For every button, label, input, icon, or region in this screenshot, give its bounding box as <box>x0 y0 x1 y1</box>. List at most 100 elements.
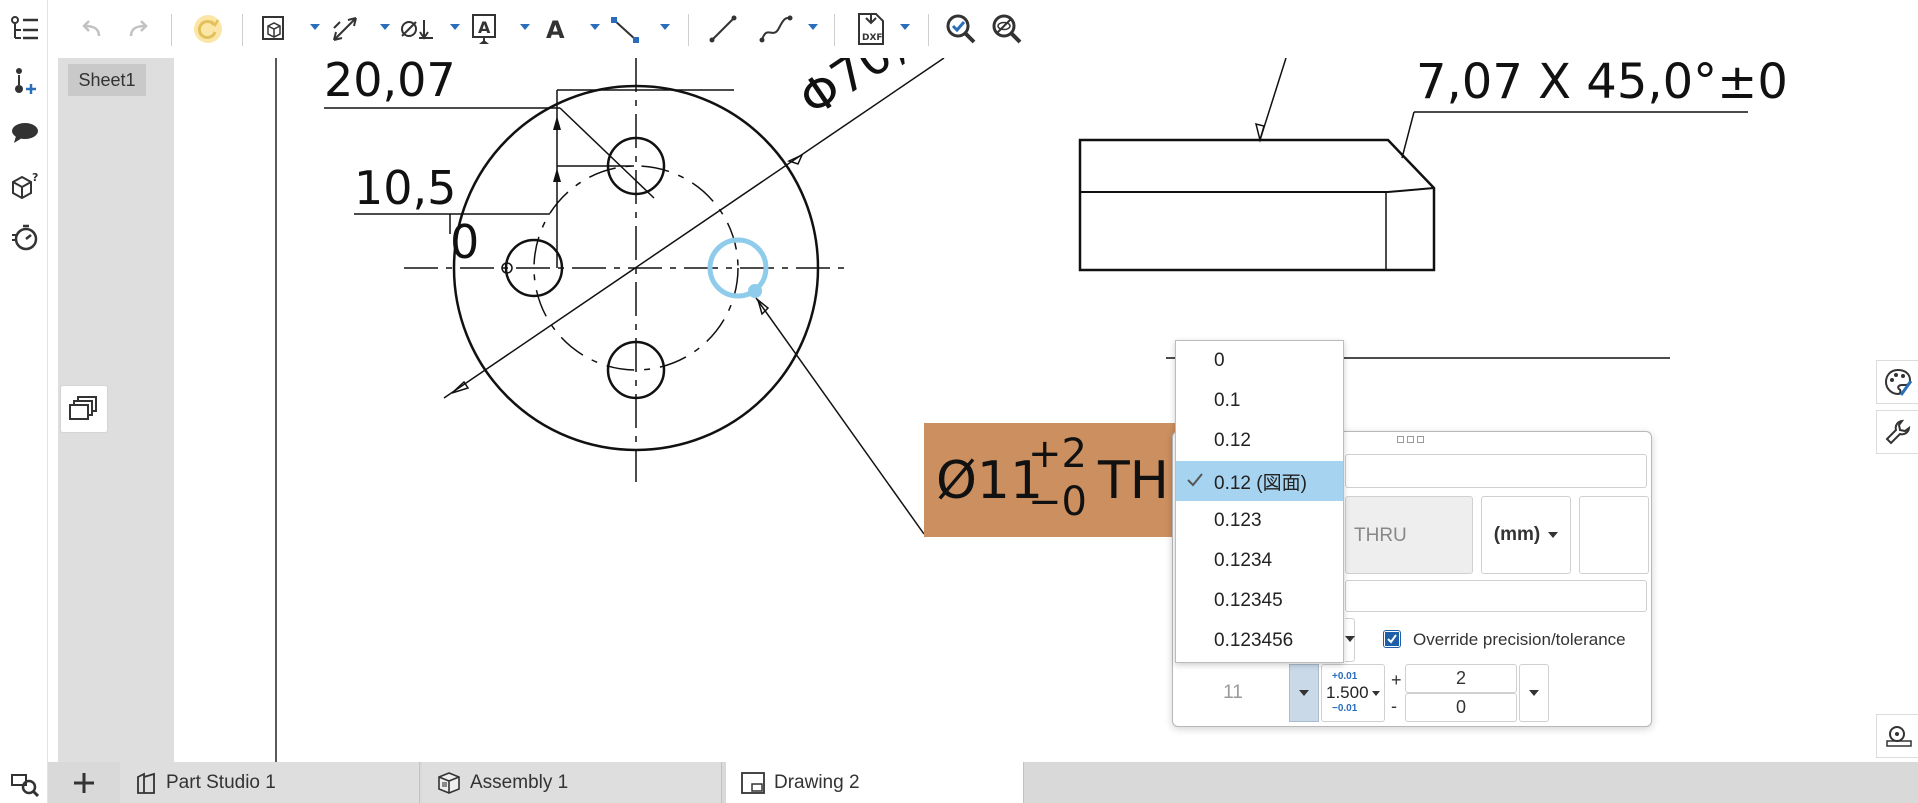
visibility-icon[interactable] <box>988 12 1026 46</box>
tab-label: Assembly 1 <box>470 771 569 793</box>
dimension-icon[interactable] <box>328 12 362 46</box>
wrench-icon[interactable] <box>1876 410 1918 454</box>
format-middle: 1.500 <box>1326 683 1369 702</box>
precision-option[interactable]: 0.12345 <box>1176 581 1343 621</box>
precision-option[interactable]: 0.12 <box>1176 421 1343 461</box>
precision-option[interactable]: 0 <box>1176 341 1343 381</box>
precision-option[interactable]: 0.123 <box>1176 501 1343 541</box>
format-bottom: −0.01 <box>1332 703 1358 714</box>
tol-minus-sign: - <box>1391 696 1397 716</box>
toolbar-separator <box>171 14 172 46</box>
tol-plus-sign: + <box>1391 670 1402 690</box>
part-studio-icon <box>134 771 158 795</box>
feature-list-icon[interactable] <box>10 14 40 44</box>
chevron-down-icon[interactable] <box>660 24 670 30</box>
sketch-line-icon[interactable] <box>706 12 740 46</box>
chevron-down-icon[interactable] <box>450 24 460 30</box>
chevron-down-icon[interactable] <box>520 24 530 30</box>
dim-text-0[interactable]: 0 <box>450 215 479 269</box>
precision-option-label: 0.12 (図面) <box>1214 472 1307 494</box>
stopwatch-icon[interactable] <box>10 222 40 252</box>
chevron-down-icon <box>1372 691 1380 696</box>
svg-text:?: ? <box>32 171 38 184</box>
svg-text:DXF: DXF <box>862 33 883 43</box>
text-icon[interactable]: A <box>538 12 572 46</box>
left-icon-rail: ? <box>0 0 48 803</box>
lower-tolerance-input[interactable]: 0 <box>1405 693 1517 722</box>
tab-label: Part Studio 1 <box>166 771 276 793</box>
callout-lower-tolerance: −0 <box>1028 479 1087 525</box>
override-checkbox[interactable] <box>1383 630 1401 648</box>
add-point-icon[interactable] <box>10 66 40 96</box>
toolbar: A A DXF <box>58 0 1038 58</box>
note-field[interactable] <box>1345 580 1647 612</box>
unit-select[interactable]: (mm) <box>1481 496 1571 574</box>
precision-option[interactable]: 0.123456 <box>1176 621 1343 661</box>
chevron-down-icon[interactable] <box>590 24 600 30</box>
comment-icon[interactable] <box>10 118 40 148</box>
svg-text:A: A <box>478 18 491 37</box>
add-tab-button[interactable] <box>60 762 108 803</box>
datum-icon[interactable] <box>398 12 438 46</box>
toolbar-separator <box>834 14 835 46</box>
note-icon[interactable]: A <box>468 12 502 46</box>
dim-text-20-07[interactable]: 20,07 <box>324 58 456 107</box>
tab-part-studio[interactable]: Part Studio 1 <box>120 762 420 803</box>
redo-icon[interactable] <box>122 12 156 46</box>
chevron-down-icon <box>1548 532 1559 538</box>
chevron-down-icon[interactable] <box>380 24 390 30</box>
precision-option[interactable]: 0.1 <box>1176 381 1343 421</box>
nominal-value-field[interactable]: 11 <box>1177 664 1289 722</box>
thru-field[interactable]: THRU <box>1345 496 1473 574</box>
dim-text-10-5[interactable]: 10,5 <box>354 161 456 215</box>
chevron-down-icon[interactable] <box>900 24 910 30</box>
undo-icon[interactable] <box>74 12 108 46</box>
drag-handle[interactable] <box>1397 436 1424 443</box>
suffix-field[interactable] <box>1579 496 1649 574</box>
tab-drawing[interactable]: Drawing 2 <box>726 762 1024 803</box>
precision-option-selected[interactable]: 0.12 (図面) <box>1176 461 1343 501</box>
unit-text: (mm) <box>1493 524 1541 545</box>
toolbar-separator <box>242 14 243 46</box>
nominal-value: 11 <box>1223 682 1243 703</box>
check-icon[interactable] <box>942 12 980 46</box>
precision-option[interactable]: 0.1234 <box>1176 541 1343 581</box>
upper-tolerance-input[interactable]: 2 <box>1405 664 1517 693</box>
tab-assembly[interactable]: Assembly 1 <box>422 762 722 803</box>
toolbar-separator <box>928 14 929 46</box>
chevron-down-icon[interactable] <box>310 24 320 30</box>
appearance-icon[interactable] <box>1876 360 1918 404</box>
sheet-tab[interactable]: Sheet1 <box>68 64 146 96</box>
chamfer-dim-text[interactable]: 7,07 X 45,0°±0 <box>1416 58 1788 110</box>
spline-icon[interactable] <box>756 12 796 46</box>
insert-view-icon[interactable] <box>258 12 292 46</box>
lower-tolerance-value: 0 <box>1455 697 1466 717</box>
chevron-down-icon <box>1345 636 1355 642</box>
search-zoom-icon[interactable] <box>10 770 40 800</box>
assembly-icon <box>436 771 462 795</box>
drawing-icon <box>740 771 766 795</box>
tolerance-dropdown-button[interactable] <box>1519 664 1549 722</box>
regenerate-icon[interactable] <box>188 12 228 46</box>
upper-tolerance-value: 2 <box>1455 668 1466 688</box>
tolerance-format-select[interactable]: +0.01 1.500 −0.01 <box>1321 664 1385 722</box>
chevron-down-icon <box>1529 690 1539 696</box>
diameter-dim-text[interactable]: Φ70, <box>789 58 915 128</box>
dxf-export-icon[interactable]: DXF <box>852 12 890 46</box>
view-help-icon[interactable]: ? <box>10 170 40 200</box>
chevron-down-icon[interactable] <box>808 24 818 30</box>
sheets-stack-icon[interactable] <box>60 385 108 433</box>
prefix-field[interactable] <box>1345 454 1647 488</box>
nominal-dropdown-button[interactable] <box>1289 664 1319 722</box>
measure-icon[interactable] <box>1876 714 1918 758</box>
override-label: Override precision/tolerance <box>1413 630 1626 649</box>
svg-text:A: A <box>546 16 565 43</box>
hole-callout[interactable]: Ø11 +2 −0 THI <box>924 423 1184 537</box>
tab-label: Drawing 2 <box>774 771 860 793</box>
chevron-down-icon <box>1299 690 1309 696</box>
line-icon[interactable] <box>608 12 642 46</box>
check-icon <box>1187 473 1203 487</box>
callout-upper-tolerance: +2 <box>1028 431 1087 477</box>
precision-dropdown-list: 0 0.1 0.12 0.12 (図面) 0.123 0.1234 0.1234… <box>1175 340 1344 663</box>
toolbar-separator <box>688 14 689 46</box>
